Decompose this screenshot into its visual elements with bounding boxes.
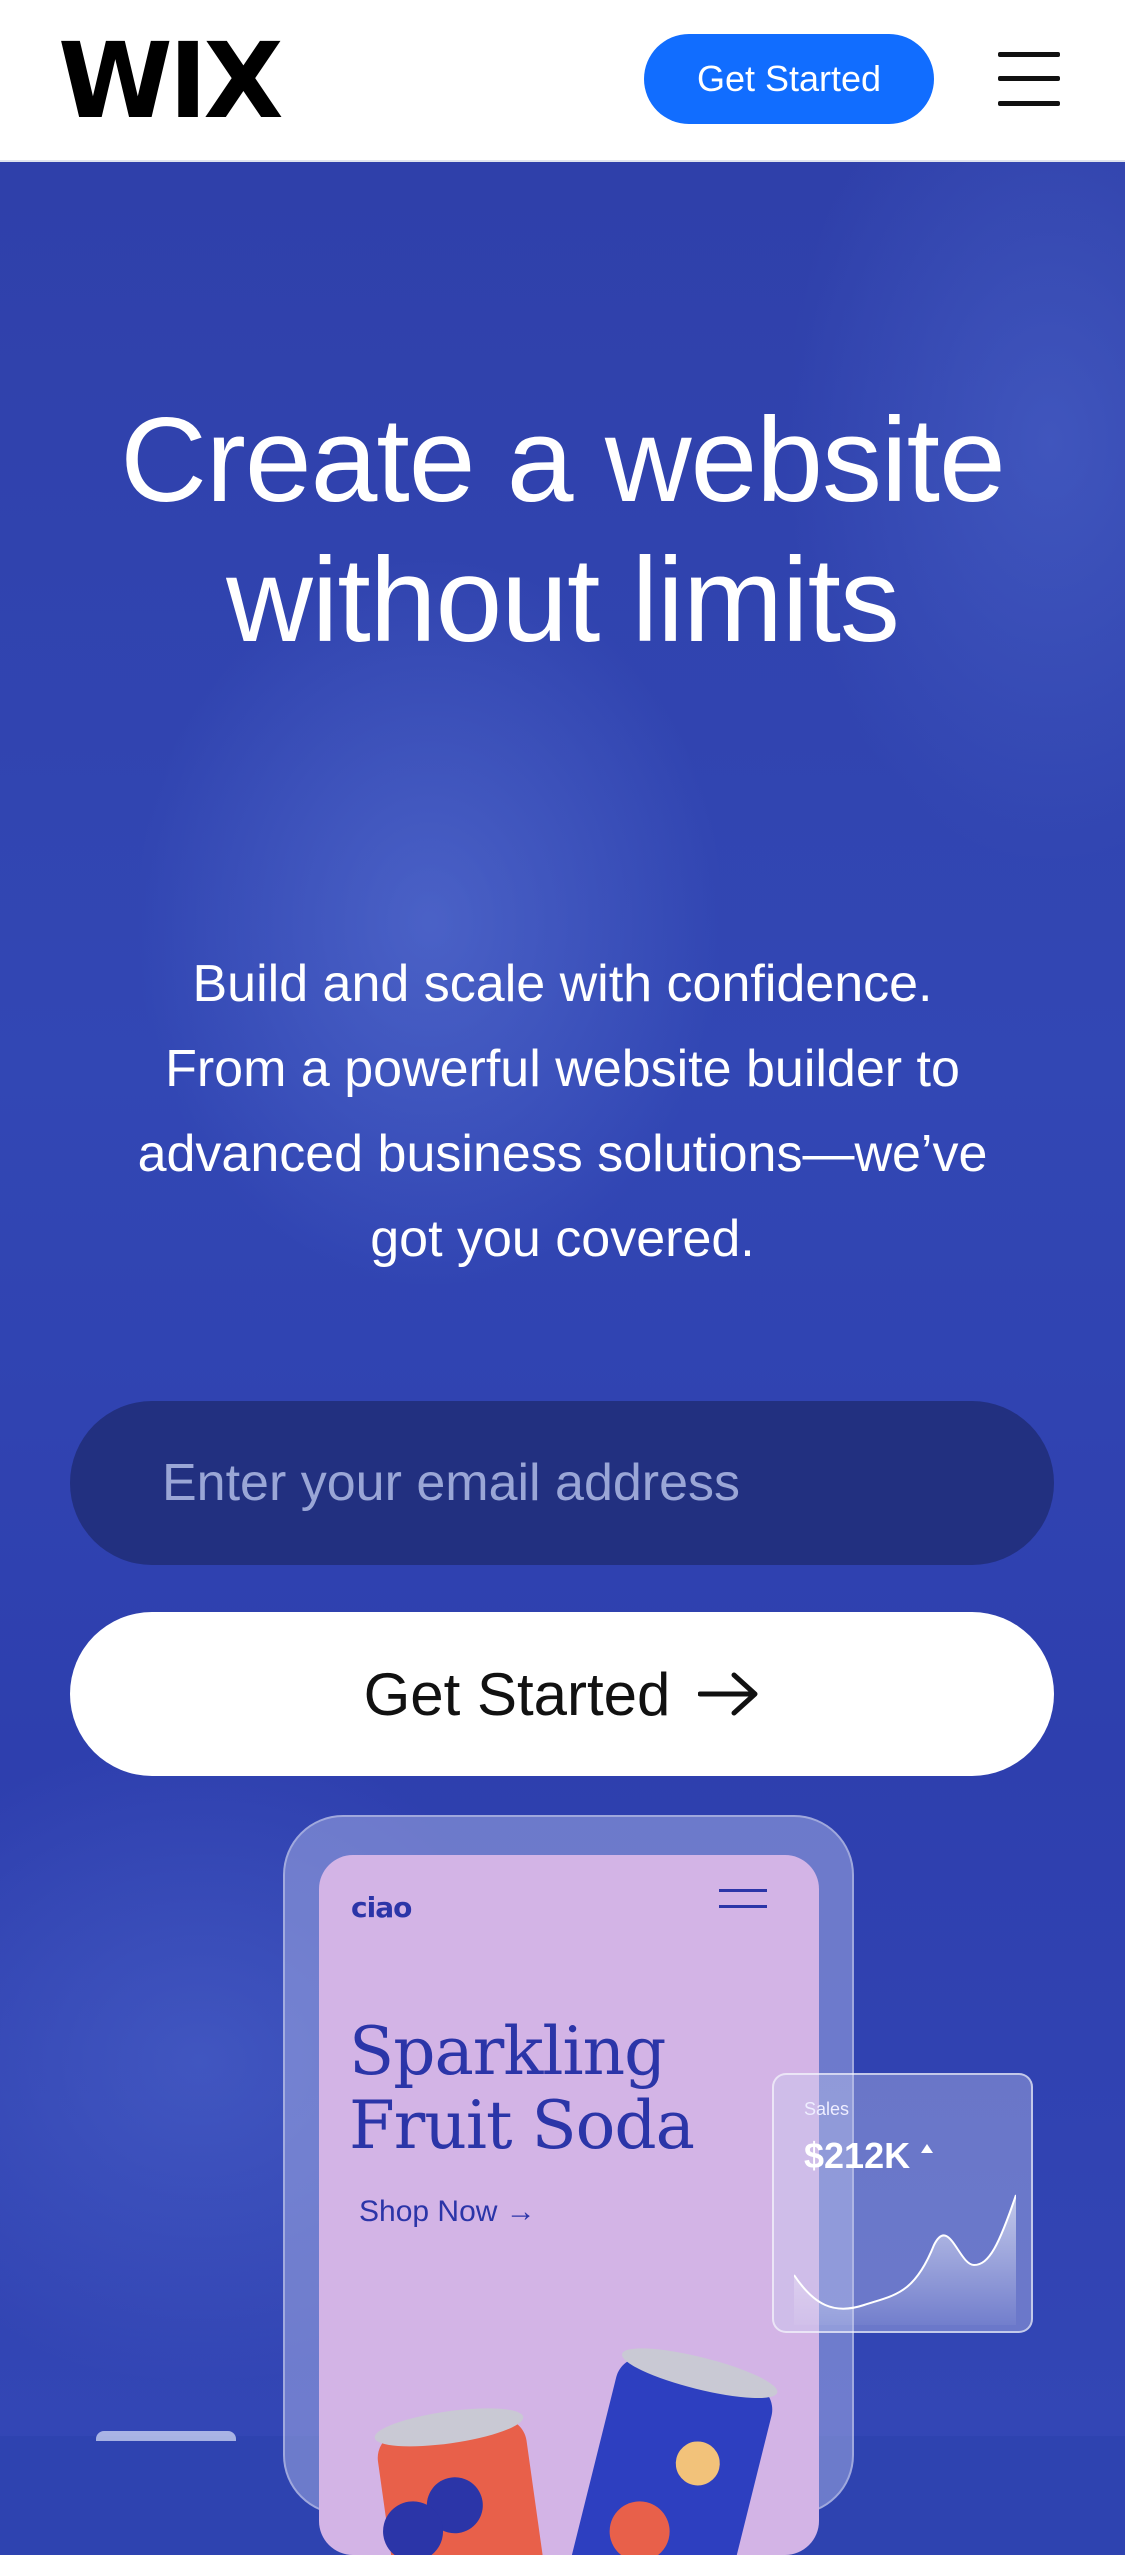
mockup-shop-now-link: Shop Now → [359,2195,536,2228]
email-field[interactable] [70,1401,1054,1565]
mockup-brand-logo: ciao [351,1891,412,1924]
hero-title-line: without limits [226,533,900,667]
sales-card: Sales $212K [772,2073,1033,2333]
hamburger-menu-icon[interactable] [998,52,1060,106]
hero-get-started-label: Get Started [363,1660,671,1728]
sales-sparkline [794,2194,1016,2325]
hero-subtitle-line: got you covered. [370,1210,755,1268]
sales-label: Sales [804,2099,850,2119]
mockup-headline-line: Sparkling [349,2013,666,2090]
caret-up-icon [921,2144,934,2153]
side-card-edge [96,2431,236,2441]
hero-subtitle-line: From a powerful website builder to [165,1040,960,1098]
hero-subtitle-line: Build and scale with confidence. [192,955,933,1013]
arrow-right-icon [698,1672,758,1716]
phone-mockup: ciao Sparkling Fruit Soda Shop Now → [283,1815,854,2555]
site-header: WIX Get Started [0,0,1125,162]
soda-cans-image [374,2348,778,2555]
hero-subtitle: Build and scale with confidence. From a … [60,942,1065,1282]
header-get-started-button[interactable]: Get Started [644,34,934,124]
hero-title-line: Create a website [120,393,1005,527]
hero-get-started-button[interactable]: Get Started [70,1612,1054,1776]
wix-logo[interactable]: WIX [58,26,284,136]
hero-subtitle-line: advanced business solutions—we’ve [137,1125,988,1183]
mockup-headline: Sparkling Fruit Soda [349,2015,809,2163]
mockup-menu-icon [719,1889,767,1911]
phone-screen: ciao Sparkling Fruit Soda Shop Now → [319,1855,819,2555]
mockup-headline-line: Fruit Soda [349,2087,695,2164]
hero-title: Create a website without limits [40,390,1085,670]
